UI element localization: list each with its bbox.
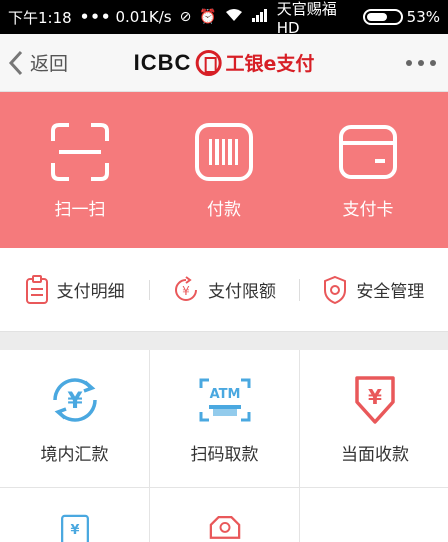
- back-button[interactable]: 返回: [0, 49, 68, 76]
- yuan-transfer-icon: ¥: [52, 378, 97, 422]
- yuan-box-icon: ¥: [60, 514, 89, 542]
- wifi-icon: [225, 8, 243, 26]
- status-bar: 下午1:18 ••• 0.01K/s ⊘ ⏰ 天官赐福 HD 53%: [0, 0, 448, 37]
- brand-en: ICBC: [133, 49, 192, 75]
- more-dot-icon: [430, 59, 436, 66]
- pay-card-button[interactable]: 支付卡: [313, 121, 423, 220]
- pay-button[interactable]: 付款: [169, 121, 279, 220]
- quick-links: 支付明细 ¥ 支付限额 安全管理: [0, 248, 448, 332]
- collect-money-label: 当面收款: [341, 445, 409, 465]
- yuan-limit-icon: ¥: [174, 275, 197, 301]
- domestic-transfer-button[interactable]: ¥ 境内汇款: [0, 350, 149, 487]
- back-label: 返回: [30, 53, 69, 75]
- scan-withdraw-button[interactable]: ATM 扫码取款: [150, 350, 299, 487]
- scan-label: 扫一扫: [54, 199, 106, 220]
- payment-details-label: 支付明细: [56, 282, 125, 302]
- battery-percent: 53%: [406, 8, 440, 26]
- card-icon: [339, 124, 397, 179]
- brand-logo: ICBC 工银e支付: [133, 49, 315, 76]
- alarm-icon: ⏰: [199, 9, 217, 25]
- domestic-transfer-label: 境内汇款: [40, 445, 109, 465]
- svg-text:¥: ¥: [67, 389, 83, 414]
- collect-money-button[interactable]: ¥ 当面收款: [300, 350, 448, 487]
- svg-text:¥: ¥: [368, 385, 382, 409]
- shield-icon: [324, 275, 347, 304]
- more-dot-icon: [406, 59, 412, 66]
- more-dot-icon: [418, 59, 424, 66]
- grid-item-partial-1[interactable]: ¥: [0, 488, 149, 542]
- svg-text:¥: ¥: [182, 284, 190, 298]
- brand-cn: 工银e支付: [225, 53, 315, 75]
- status-dots: •••: [79, 8, 112, 26]
- atm-badge: ATM: [209, 387, 240, 402]
- receipt-icon: [25, 274, 48, 304]
- battery-indicator: 53%: [362, 8, 440, 26]
- payment-details-link[interactable]: 支付明细: [0, 274, 149, 305]
- navbar: 返回 ICBC 工银e支付: [0, 34, 448, 92]
- mute-icon: ⊘: [179, 9, 192, 25]
- more-button[interactable]: [400, 59, 436, 66]
- icbc-logo-icon: [195, 49, 222, 76]
- status-time: 下午1:18: [8, 8, 72, 27]
- status-speed: 0.01K/s: [115, 8, 172, 26]
- payment-limit-link[interactable]: ¥ 支付限额: [149, 275, 298, 304]
- service-grid: ¥ 境内汇款 ATM 扫码取款 ¥ 当面收款 ¥: [0, 350, 448, 542]
- security-management-label: 安全管理: [356, 282, 425, 302]
- grid-item-partial-2[interactable]: [150, 488, 299, 542]
- yuan-collect-icon: ¥: [355, 376, 395, 424]
- barcode-icon: [195, 122, 253, 181]
- scan-icon: [51, 122, 109, 181]
- battery-icon: [362, 9, 403, 25]
- scan-withdraw-label: 扫码取款: [190, 445, 259, 465]
- pay-card-label: 支付卡: [342, 199, 394, 220]
- coupon-icon: [209, 516, 240, 539]
- signal-icon: [251, 8, 269, 26]
- atm-icon: ATM: [199, 378, 250, 422]
- payment-limit-label: 支付限额: [207, 282, 276, 302]
- chevron-left-icon: [8, 50, 23, 75]
- security-management-link[interactable]: 安全管理: [298, 275, 448, 305]
- grid-item-empty: [300, 488, 448, 542]
- status-carrier: 天官赐福 HD: [276, 0, 337, 37]
- scan-button[interactable]: 扫一扫: [25, 121, 135, 220]
- pay-label: 付款: [207, 199, 241, 220]
- svg-text:¥: ¥: [70, 523, 79, 538]
- hero-actions: 扫一扫 付款 支付卡: [0, 92, 448, 248]
